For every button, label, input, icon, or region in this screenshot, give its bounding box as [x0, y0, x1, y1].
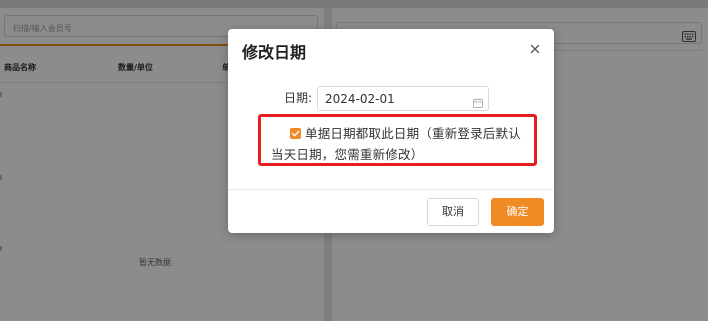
dialog-footer-divider: [228, 189, 554, 190]
edit-date-dialog: 修改日期 日期: 2024-02-01 单据日期都取此日期（重新登录后默认当天日…: [228, 29, 554, 233]
check-icon: [291, 130, 300, 137]
date-value: 2024-02-01: [325, 92, 395, 106]
apply-date-option-label: 单据日期都取此日期（重新登录后默认当天日期，您需重新修改）: [271, 126, 521, 162]
calendar-icon[interactable]: [473, 93, 483, 108]
dialog-title: 修改日期: [242, 43, 307, 62]
apply-date-checkbox[interactable]: [290, 128, 301, 139]
confirm-button[interactable]: 确定: [491, 198, 544, 226]
cancel-button[interactable]: 取消: [427, 198, 479, 226]
date-label: 日期:: [284, 91, 313, 105]
close-icon[interactable]: [526, 40, 544, 58]
date-picker-field[interactable]: 2024-02-01: [317, 86, 489, 111]
